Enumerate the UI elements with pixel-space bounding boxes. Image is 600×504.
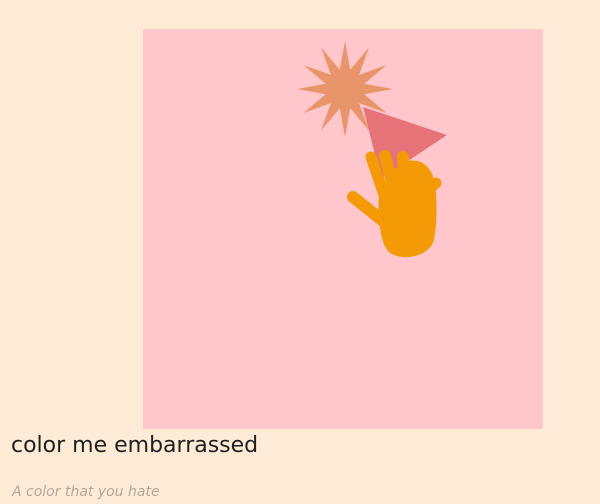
page: color me embarrassed A color that you ha… xyxy=(0,0,600,504)
artwork-panel xyxy=(143,29,543,429)
page-subtitle: A color that you hate xyxy=(12,484,160,500)
page-title: color me embarrassed xyxy=(11,433,259,458)
artwork-illustration xyxy=(143,29,543,429)
